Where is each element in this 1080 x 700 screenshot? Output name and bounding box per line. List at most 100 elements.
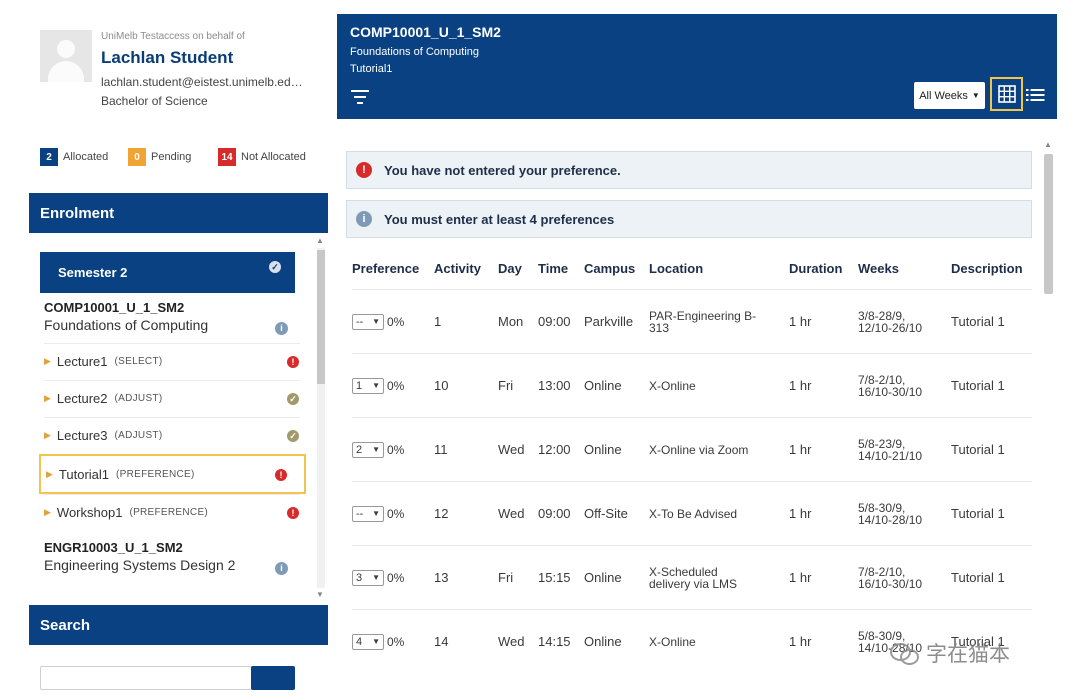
preference-percent: 0% — [387, 378, 405, 393]
duration: 1 hr — [789, 609, 858, 673]
scroll-up-icon[interactable]: ▲ — [1044, 140, 1052, 149]
grid-view-button[interactable] — [990, 77, 1023, 111]
info-icon: i — [356, 211, 372, 227]
profile-name: Lachlan Student — [101, 48, 234, 67]
legend-not-allocated: 14 Not Allocated — [218, 148, 306, 166]
preference-select[interactable]: 1 ▼ — [352, 377, 384, 394]
description: Tutorial 1 — [951, 481, 1032, 546]
column-header[interactable]: Preference — [352, 247, 434, 290]
column-header[interactable]: Location — [649, 247, 789, 290]
list-view-button[interactable] — [1026, 88, 1046, 102]
activity-number: 1 — [434, 289, 498, 354]
minimum-alert-text: You must enter at least 4 preferences — [384, 211, 615, 227]
activity-content: ! You have not entered your preference. … — [337, 119, 1057, 700]
minimum-alert: i You must enter at least 4 preferences — [346, 200, 1032, 238]
activity-type: (SELECT) — [114, 356, 163, 367]
table-row: 2 ▼ 0% 11 Wed 12:00 Online X-Online via Zo… — [352, 417, 1032, 482]
column-header[interactable]: Day — [498, 247, 538, 290]
preference-select[interactable]: -- ▼ — [352, 505, 384, 522]
info-icon[interactable]: i — [275, 562, 288, 575]
location: PAR-Engineering B- 313 — [649, 289, 789, 354]
weeks-select[interactable]: All Weeks ▼ — [914, 82, 985, 109]
day: Wed — [498, 481, 538, 546]
activity-number: 11 — [434, 417, 498, 482]
course-comp10001[interactable]: COMP10001_U_1_SM2 Foundations of Computi… — [44, 300, 304, 335]
scrollbar-thumb[interactable] — [317, 250, 325, 384]
search-area — [29, 650, 328, 700]
preference-select[interactable]: 3 ▼ — [352, 569, 384, 586]
content-scrollbar[interactable]: ▲ — [1041, 140, 1055, 680]
pending-count: 0 — [128, 148, 146, 166]
column-header[interactable]: Time — [538, 247, 584, 290]
enrolment-scrollbar[interactable]: ▲ ▼ — [315, 236, 327, 600]
scroll-down-icon[interactable]: ▼ — [316, 590, 324, 599]
header-activity: Tutorial1 — [350, 63, 393, 75]
location: X-Online via Zoom — [649, 417, 789, 482]
location: X-Online — [649, 609, 789, 673]
pending-label: Pending — [151, 151, 192, 163]
time: 13:00 — [538, 353, 584, 418]
not-allocated-label: Not Allocated — [241, 151, 306, 163]
activity-workshop1[interactable]: ▶ Workshop1 (PREFERENCE) ! — [44, 494, 300, 530]
scroll-up-icon[interactable]: ▲ — [316, 236, 324, 245]
column-header[interactable]: Weeks — [858, 247, 951, 290]
filter-icon[interactable] — [350, 90, 370, 104]
activity-name: Lecture3 — [56, 428, 108, 443]
activity-table: Preference Activity Day Time Campus Loca… — [352, 247, 1032, 673]
wechat-icon — [890, 641, 920, 665]
time: 12:00 — [538, 417, 584, 482]
allocation-legend: 2 Allocated 0 Pending 14 Not Allocated — [40, 148, 329, 168]
campus: Off-Site — [584, 481, 649, 546]
watermark: 字在猫本 — [890, 638, 1010, 668]
triangle-right-icon: ▶ — [44, 430, 51, 440]
weeks: 7/8-2/10, 16/10-30/10 — [858, 545, 951, 610]
description: Tutorial 1 — [951, 545, 1032, 610]
triangle-right-icon: ▶ — [44, 507, 51, 517]
user-profile: UniMelb Testaccess on behalf of Lachlan … — [29, 14, 329, 129]
table-header-row: Preference Activity Day Time Campus Loca… — [352, 247, 1032, 290]
column-header[interactable]: Description — [951, 247, 1032, 290]
preference-select[interactable]: 4 ▼ — [352, 633, 384, 650]
preference-select[interactable]: 2 ▼ — [352, 441, 384, 458]
weeks: 5/8-23/9, 14/10-21/10 — [858, 417, 951, 482]
search-input[interactable] — [40, 666, 252, 690]
activity-tutorial1[interactable]: ▶ Tutorial1 (PREFERENCE) ! — [39, 454, 306, 494]
semester-header[interactable]: Semester 2 ✓ — [40, 252, 295, 293]
table-row: 3 ▼ 0% 13 Fri 15:15 Online X-Scheduled deli… — [352, 545, 1032, 610]
campus: Online — [584, 417, 649, 482]
activity-number: 12 — [434, 481, 498, 546]
duration: 1 hr — [789, 481, 858, 546]
activity-number: 14 — [434, 609, 498, 673]
search-header[interactable]: Search — [29, 605, 328, 645]
search-button[interactable] — [251, 666, 295, 690]
campus: Online — [584, 545, 649, 610]
description: Tutorial 1 — [951, 353, 1032, 418]
legend-allocated: 2 Allocated — [40, 148, 108, 166]
activity-lecture3[interactable]: ▶ Lecture3 (ADJUST) ✓ — [44, 417, 300, 453]
legend-pending: 0 Pending — [128, 148, 191, 166]
activity-lecture2[interactable]: ▶ Lecture2 (ADJUST) ✓ — [44, 380, 300, 416]
enrolment-header[interactable]: Enrolment — [29, 193, 328, 233]
location: X-To Be Advised — [649, 481, 789, 546]
chevron-down-icon: ▼ — [372, 509, 380, 518]
triangle-right-icon: ▶ — [44, 393, 51, 403]
column-header[interactable]: Activity — [434, 247, 498, 290]
profile-behalf-text: UniMelb Testaccess on behalf of — [101, 31, 245, 42]
weeks: 5/8-30/9, 14/10-28/10 — [858, 481, 951, 546]
campus: Online — [584, 609, 649, 673]
enrolment-list: Semester 2 ✓ COMP10001_U_1_SM2 Foundatio… — [29, 236, 328, 601]
chevron-down-icon: ▼ — [372, 445, 380, 454]
preference-select[interactable]: -- ▼ — [352, 313, 384, 330]
info-icon[interactable]: i — [275, 322, 288, 335]
time: 09:00 — [538, 481, 584, 546]
time: 14:15 — [538, 609, 584, 673]
column-header[interactable]: Duration — [789, 247, 858, 290]
grid-icon — [997, 85, 1016, 103]
course-engr10003[interactable]: ENGR10003_U_1_SM2 Engineering Systems De… — [44, 540, 304, 575]
error-icon: ! — [287, 356, 299, 368]
scrollbar-thumb[interactable] — [1044, 154, 1053, 294]
column-header[interactable]: Campus — [584, 247, 649, 290]
activity-lecture1[interactable]: ▶ Lecture1 (SELECT) ! — [44, 343, 300, 379]
triangle-right-icon: ▶ — [46, 468, 53, 479]
campus: Parkville — [584, 289, 649, 354]
